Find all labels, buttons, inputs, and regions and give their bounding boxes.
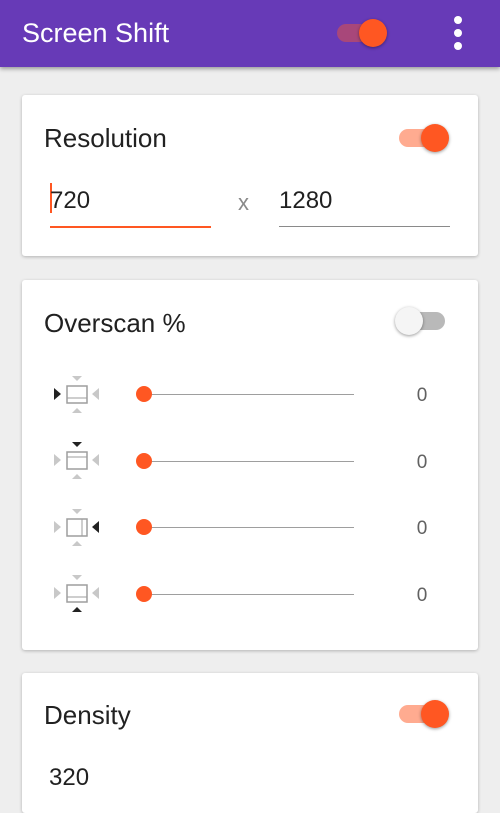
- density-toggle-switch[interactable]: [397, 698, 451, 728]
- master-toggle-switch[interactable]: [335, 17, 389, 47]
- resolution-card: Resolution 720 x 1280: [22, 95, 478, 256]
- app-bar: Screen Shift: [0, 0, 500, 67]
- resolution-height-value: 1280: [279, 187, 333, 214]
- overscan-left-value: 0: [416, 385, 428, 406]
- density-title: Density: [44, 700, 131, 730]
- density-value-input[interactable]: 320: [49, 764, 89, 792]
- resolution-separator: x: [238, 190, 249, 215]
- density-card: Density 320: [22, 673, 478, 813]
- overscan-bottom-slider-thumb[interactable]: [136, 586, 152, 602]
- overscan-bottom-slider[interactable]: [144, 594, 354, 595]
- overscan-toggle-switch[interactable]: [395, 305, 449, 335]
- resolution-width-value: 720: [50, 187, 91, 214]
- overscan-left-icon: [54, 376, 99, 413]
- width-underline: [50, 226, 211, 228]
- overscan-right-value: 0: [416, 518, 428, 539]
- app-title: Screen Shift: [22, 18, 170, 48]
- overscan-top-slider[interactable]: [144, 461, 354, 462]
- overscan-card: Overscan % 0 0 0 0: [22, 280, 478, 650]
- overscan-left-slider-thumb[interactable]: [136, 386, 152, 402]
- overscan-bottom-icon: [54, 575, 99, 612]
- switch-thumb: [359, 19, 387, 47]
- height-underline: [279, 226, 450, 227]
- overscan-right-slider[interactable]: [144, 527, 354, 528]
- overscan-top-slider-thumb[interactable]: [136, 453, 152, 469]
- overflow-menu-icon[interactable]: [446, 12, 470, 54]
- overscan-title: Overscan %: [44, 308, 186, 338]
- overscan-top-value: 0: [416, 452, 428, 473]
- overscan-right-slider-thumb[interactable]: [136, 519, 152, 535]
- overscan-bottom-value: 0: [416, 585, 428, 606]
- overscan-left-slider[interactable]: [144, 394, 354, 395]
- resolution-title: Resolution: [44, 123, 167, 153]
- overscan-right-icon: [54, 509, 99, 546]
- resolution-toggle-switch[interactable]: [397, 122, 451, 152]
- overscan-top-icon: [54, 442, 99, 479]
